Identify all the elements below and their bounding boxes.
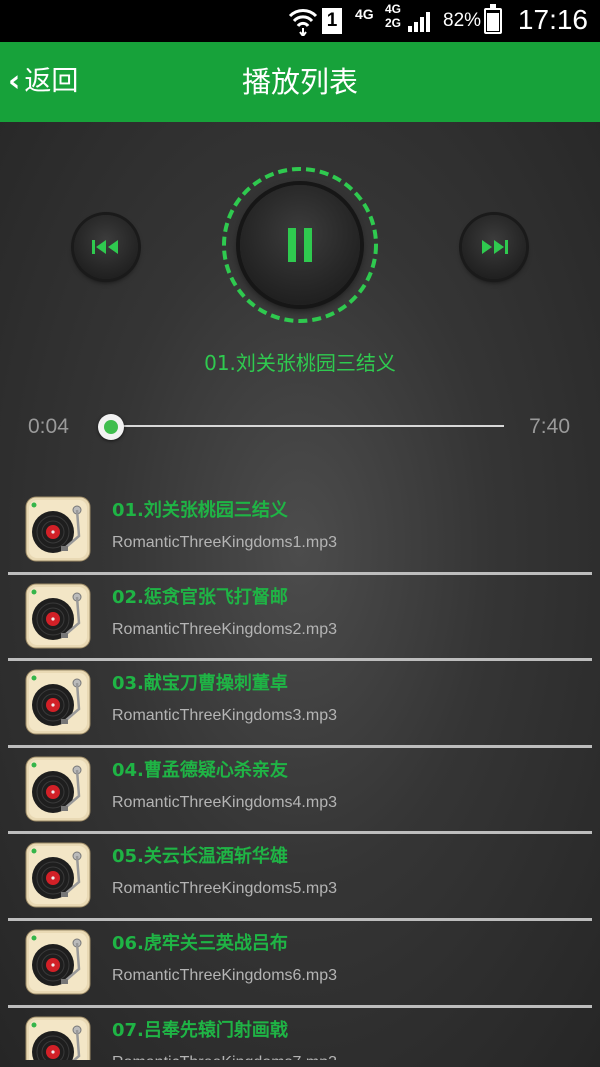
pause-button[interactable] xyxy=(240,185,360,305)
network-type: 4G xyxy=(355,6,374,22)
next-button[interactable] xyxy=(462,215,526,279)
track-filename: RomanticThreeKingdoms7.mp3 xyxy=(112,1050,337,1060)
network-type-stack: 4G 2G xyxy=(385,2,402,30)
turntable-icon xyxy=(25,929,91,995)
turntable-icon xyxy=(25,756,91,822)
track-filename: RomanticThreeKingdoms2.mp3 xyxy=(112,620,337,638)
signal-icon xyxy=(408,12,430,32)
track-filename: RomanticThreeKingdoms4.mp3 xyxy=(112,793,337,811)
turntable-icon xyxy=(25,496,91,562)
turntable-icon xyxy=(25,669,91,735)
playlist-item[interactable]: 02.惩贪官张飞打督邮 RomanticThreeKingdoms2.mp3 xyxy=(8,575,592,662)
title-bar: ‹ 返回 播放列表 xyxy=(0,42,600,122)
current-time: 0:04 xyxy=(28,415,69,438)
playlist-item[interactable]: 01.刘关张桃园三结义 RomanticThreeKingdoms1.mp3 xyxy=(8,488,592,575)
track-filename: RomanticThreeKingdoms6.mp3 xyxy=(112,966,337,984)
seek-thumb[interactable] xyxy=(98,414,125,440)
wifi-icon xyxy=(288,9,318,36)
track-title: 07.吕奉先辕门射画戟 xyxy=(112,1019,288,1041)
playlist-item[interactable]: 05.关云长温酒斩华雄 RomanticThreeKingdoms5.mp3 xyxy=(8,834,592,921)
now-playing-title: 01.刘关张桃园三结义 xyxy=(204,351,396,375)
track-title: 03.献宝刀曹操刺董卓 xyxy=(112,673,288,695)
seek-bar[interactable] xyxy=(96,406,504,446)
track-filename: RomanticThreeKingdoms5.mp3 xyxy=(112,880,337,898)
status-bar: 1 4G 4G 2G 82% 17:16 xyxy=(0,0,600,42)
battery-icon xyxy=(484,4,502,34)
turntable-icon xyxy=(25,1016,91,1060)
player-panel: 01.刘关张桃园三结义 0:04 7:40 01.刘关张桃园三结义 Romant… xyxy=(0,122,600,1067)
sim-card-icon: 1 xyxy=(322,8,342,34)
track-title: 04.曹孟德疑心杀亲友 xyxy=(112,759,288,781)
seek-track xyxy=(108,425,504,427)
track-title: 02.惩贪官张飞打督邮 xyxy=(112,586,288,608)
previous-button[interactable] xyxy=(74,215,138,279)
pause-icon xyxy=(288,228,312,262)
battery-percentage: 82% xyxy=(443,10,482,31)
page-title: 播放列表 xyxy=(241,65,358,99)
clock: 17:16 xyxy=(517,4,588,35)
turntable-icon xyxy=(25,842,91,908)
turntable-icon xyxy=(25,583,91,649)
playlist[interactable]: 01.刘关张桃园三结义 RomanticThreeKingdoms1.mp3 0… xyxy=(8,488,592,1060)
playlist-item[interactable]: 06.虎牢关三英战吕布 RomanticThreeKingdoms6.mp3 xyxy=(8,921,592,1008)
total-time: 7:40 xyxy=(529,415,570,438)
track-title: 01.刘关张桃园三结义 xyxy=(112,500,288,521)
playlist-item[interactable]: 07.吕奉先辕门射画戟 RomanticThreeKingdoms7.mp3 xyxy=(8,1008,592,1060)
prev-icon xyxy=(92,240,118,254)
track-filename: RomanticThreeKingdoms1.mp3 xyxy=(112,534,337,551)
playlist-item[interactable]: 03.献宝刀曹操刺董卓 RomanticThreeKingdoms3.mp3 xyxy=(8,661,592,748)
track-title: 06.虎牢关三英战吕布 xyxy=(112,932,288,954)
track-filename: RomanticThreeKingdoms3.mp3 xyxy=(112,707,337,725)
track-title: 05.关云长温酒斩华雄 xyxy=(112,846,288,868)
next-icon xyxy=(482,240,508,254)
playlist-item[interactable]: 04.曹孟德疑心杀亲友 RomanticThreeKingdoms4.mp3 xyxy=(8,748,592,835)
